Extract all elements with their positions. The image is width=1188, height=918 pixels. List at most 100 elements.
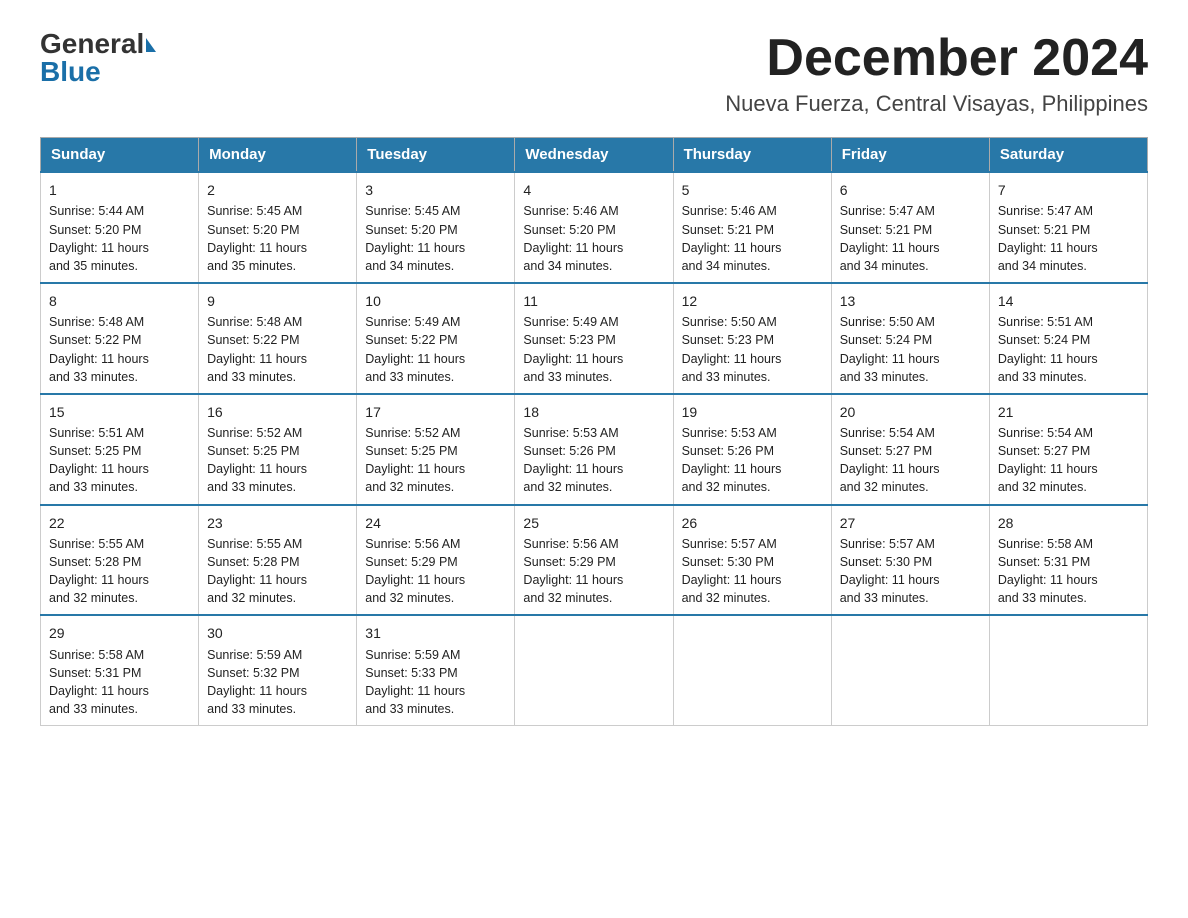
day-number: 7 xyxy=(998,180,1139,200)
day-number: 18 xyxy=(523,402,664,422)
col-friday: Friday xyxy=(831,138,989,173)
day-info: Sunrise: 5:49 AMSunset: 5:22 PMDaylight:… xyxy=(365,315,465,383)
calendar-cell: 24 Sunrise: 5:56 AMSunset: 5:29 PMDayligh… xyxy=(357,505,515,616)
calendar-cell xyxy=(515,615,673,725)
calendar-week-5: 29 Sunrise: 5:58 AMSunset: 5:31 PMDayligh… xyxy=(41,615,1148,725)
day-info: Sunrise: 5:54 AMSunset: 5:27 PMDaylight:… xyxy=(840,426,940,494)
day-info: Sunrise: 5:53 AMSunset: 5:26 PMDaylight:… xyxy=(682,426,782,494)
day-number: 1 xyxy=(49,180,190,200)
day-number: 11 xyxy=(523,291,664,311)
calendar-week-3: 15 Sunrise: 5:51 AMSunset: 5:25 PMDayligh… xyxy=(41,394,1148,505)
day-number: 8 xyxy=(49,291,190,311)
day-number: 31 xyxy=(365,623,506,643)
day-info: Sunrise: 5:55 AMSunset: 5:28 PMDaylight:… xyxy=(49,537,149,605)
day-info: Sunrise: 5:47 AMSunset: 5:21 PMDaylight:… xyxy=(840,204,940,272)
day-info: Sunrise: 5:53 AMSunset: 5:26 PMDaylight:… xyxy=(523,426,623,494)
calendar-cell xyxy=(989,615,1147,725)
day-info: Sunrise: 5:59 AMSunset: 5:33 PMDaylight:… xyxy=(365,648,465,716)
calendar-cell: 5Sunrise: 5:46 AMSunset: 5:21 PMDaylight… xyxy=(673,172,831,283)
day-info: Sunrise: 5:50 AMSunset: 5:23 PMDaylight:… xyxy=(682,315,782,383)
day-info: Sunrise: 5:55 AMSunset: 5:28 PMDaylight:… xyxy=(207,537,307,605)
day-number: 17 xyxy=(365,402,506,422)
day-info: Sunrise: 5:56 AMSunset: 5:29 PMDaylight:… xyxy=(365,537,465,605)
calendar-cell xyxy=(831,615,989,725)
calendar-table: Sunday Monday Tuesday Wednesday Thursday… xyxy=(40,137,1148,726)
calendar-week-2: 8 Sunrise: 5:48 AMSunset: 5:22 PMDaylight… xyxy=(41,283,1148,394)
day-info: Sunrise: 5:46 AMSunset: 5:21 PMDaylight:… xyxy=(682,204,782,272)
col-thursday: Thursday xyxy=(673,138,831,173)
calendar-cell: 1 Sunrise: 5:44 AMSunset: 5:20 PMDaylight… xyxy=(41,172,199,283)
calendar-cell: 26Sunrise: 5:57 AMSunset: 5:30 PMDayligh… xyxy=(673,505,831,616)
calendar-cell: 10Sunrise: 5:49 AMSunset: 5:22 PMDayligh… xyxy=(357,283,515,394)
day-number: 28 xyxy=(998,513,1139,533)
day-number: 15 xyxy=(49,402,190,422)
calendar-cell: 20Sunrise: 5:54 AMSunset: 5:27 PMDayligh… xyxy=(831,394,989,505)
calendar-cell: 2 Sunrise: 5:45 AMSunset: 5:20 PMDaylight… xyxy=(199,172,357,283)
day-number: 2 xyxy=(207,180,348,200)
page-header: General Blue December 2024 Nueva Fuerza,… xyxy=(40,30,1148,117)
day-number: 9 xyxy=(207,291,348,311)
calendar-cell: 28 Sunrise: 5:58 AMSunset: 5:31 PMDayligh… xyxy=(989,505,1147,616)
day-info: Sunrise: 5:48 AMSunset: 5:22 PMDaylight:… xyxy=(49,315,149,383)
col-sunday: Sunday xyxy=(41,138,199,173)
day-info: Sunrise: 5:46 AMSunset: 5:20 PMDaylight:… xyxy=(523,204,623,272)
day-number: 21 xyxy=(998,402,1139,422)
day-number: 29 xyxy=(49,623,190,643)
logo: General Blue xyxy=(40,30,156,86)
day-number: 16 xyxy=(207,402,348,422)
calendar-cell: 17 Sunrise: 5:52 AMSunset: 5:25 PMDayligh… xyxy=(357,394,515,505)
col-monday: Monday xyxy=(199,138,357,173)
calendar-cell: 12 Sunrise: 5:50 AMSunset: 5:23 PMDayligh… xyxy=(673,283,831,394)
day-info: Sunrise: 5:52 AMSunset: 5:25 PMDaylight:… xyxy=(207,426,307,494)
day-number: 30 xyxy=(207,623,348,643)
day-info: Sunrise: 5:57 AMSunset: 5:30 PMDaylight:… xyxy=(682,537,782,605)
logo-blue-text: Blue xyxy=(40,58,101,86)
calendar-cell: 3Sunrise: 5:45 AMSunset: 5:20 PMDaylight… xyxy=(357,172,515,283)
calendar-cell xyxy=(673,615,831,725)
calendar-cell: 15 Sunrise: 5:51 AMSunset: 5:25 PMDayligh… xyxy=(41,394,199,505)
day-info: Sunrise: 5:44 AMSunset: 5:20 PMDaylight:… xyxy=(49,204,149,272)
day-info: Sunrise: 5:59 AMSunset: 5:32 PMDaylight:… xyxy=(207,648,307,716)
day-number: 25 xyxy=(523,513,664,533)
month-title: December 2024 xyxy=(725,30,1148,87)
day-info: Sunrise: 5:45 AMSunset: 5:20 PMDaylight:… xyxy=(365,204,465,272)
calendar-cell: 29 Sunrise: 5:58 AMSunset: 5:31 PMDayligh… xyxy=(41,615,199,725)
calendar-cell: 11 Sunrise: 5:49 AMSunset: 5:23 PMDayligh… xyxy=(515,283,673,394)
day-info: Sunrise: 5:48 AMSunset: 5:22 PMDaylight:… xyxy=(207,315,307,383)
calendar-cell: 9 Sunrise: 5:48 AMSunset: 5:22 PMDaylight… xyxy=(199,283,357,394)
day-number: 19 xyxy=(682,402,823,422)
day-info: Sunrise: 5:51 AMSunset: 5:25 PMDaylight:… xyxy=(49,426,149,494)
day-info: Sunrise: 5:51 AMSunset: 5:24 PMDaylight:… xyxy=(998,315,1098,383)
title-block: December 2024 Nueva Fuerza, Central Visa… xyxy=(725,30,1148,117)
day-info: Sunrise: 5:49 AMSunset: 5:23 PMDaylight:… xyxy=(523,315,623,383)
calendar-cell: 21 Sunrise: 5:54 AMSunset: 5:27 PMDayligh… xyxy=(989,394,1147,505)
calendar-cell: 18 Sunrise: 5:53 AMSunset: 5:26 PMDayligh… xyxy=(515,394,673,505)
calendar-header: Sunday Monday Tuesday Wednesday Thursday… xyxy=(41,138,1148,173)
logo-general-text: General xyxy=(40,30,144,58)
calendar-cell: 19 Sunrise: 5:53 AMSunset: 5:26 PMDayligh… xyxy=(673,394,831,505)
calendar-week-1: 1 Sunrise: 5:44 AMSunset: 5:20 PMDaylight… xyxy=(41,172,1148,283)
day-number: 13 xyxy=(840,291,981,311)
calendar-cell: 25Sunrise: 5:56 AMSunset: 5:29 PMDayligh… xyxy=(515,505,673,616)
day-number: 24 xyxy=(365,513,506,533)
calendar-cell: 14Sunrise: 5:51 AMSunset: 5:24 PMDayligh… xyxy=(989,283,1147,394)
col-tuesday: Tuesday xyxy=(357,138,515,173)
calendar-cell: 23Sunrise: 5:55 AMSunset: 5:28 PMDayligh… xyxy=(199,505,357,616)
day-info: Sunrise: 5:52 AMSunset: 5:25 PMDaylight:… xyxy=(365,426,465,494)
day-info: Sunrise: 5:45 AMSunset: 5:20 PMDaylight:… xyxy=(207,204,307,272)
calendar-cell: 27Sunrise: 5:57 AMSunset: 5:30 PMDayligh… xyxy=(831,505,989,616)
col-saturday: Saturday xyxy=(989,138,1147,173)
day-info: Sunrise: 5:47 AMSunset: 5:21 PMDaylight:… xyxy=(998,204,1098,272)
calendar-cell: 16 Sunrise: 5:52 AMSunset: 5:25 PMDayligh… xyxy=(199,394,357,505)
day-info: Sunrise: 5:58 AMSunset: 5:31 PMDaylight:… xyxy=(998,537,1098,605)
day-info: Sunrise: 5:57 AMSunset: 5:30 PMDaylight:… xyxy=(840,537,940,605)
day-info: Sunrise: 5:54 AMSunset: 5:27 PMDaylight:… xyxy=(998,426,1098,494)
day-number: 12 xyxy=(682,291,823,311)
day-info: Sunrise: 5:58 AMSunset: 5:31 PMDaylight:… xyxy=(49,648,149,716)
location-title: Nueva Fuerza, Central Visayas, Philippin… xyxy=(725,91,1148,117)
calendar-cell: 6Sunrise: 5:47 AMSunset: 5:21 PMDaylight… xyxy=(831,172,989,283)
col-wednesday: Wednesday xyxy=(515,138,673,173)
calendar-cell: 30 Sunrise: 5:59 AMSunset: 5:32 PMDayligh… xyxy=(199,615,357,725)
calendar-cell: 22Sunrise: 5:55 AMSunset: 5:28 PMDayligh… xyxy=(41,505,199,616)
calendar-cell: 13Sunrise: 5:50 AMSunset: 5:24 PMDayligh… xyxy=(831,283,989,394)
